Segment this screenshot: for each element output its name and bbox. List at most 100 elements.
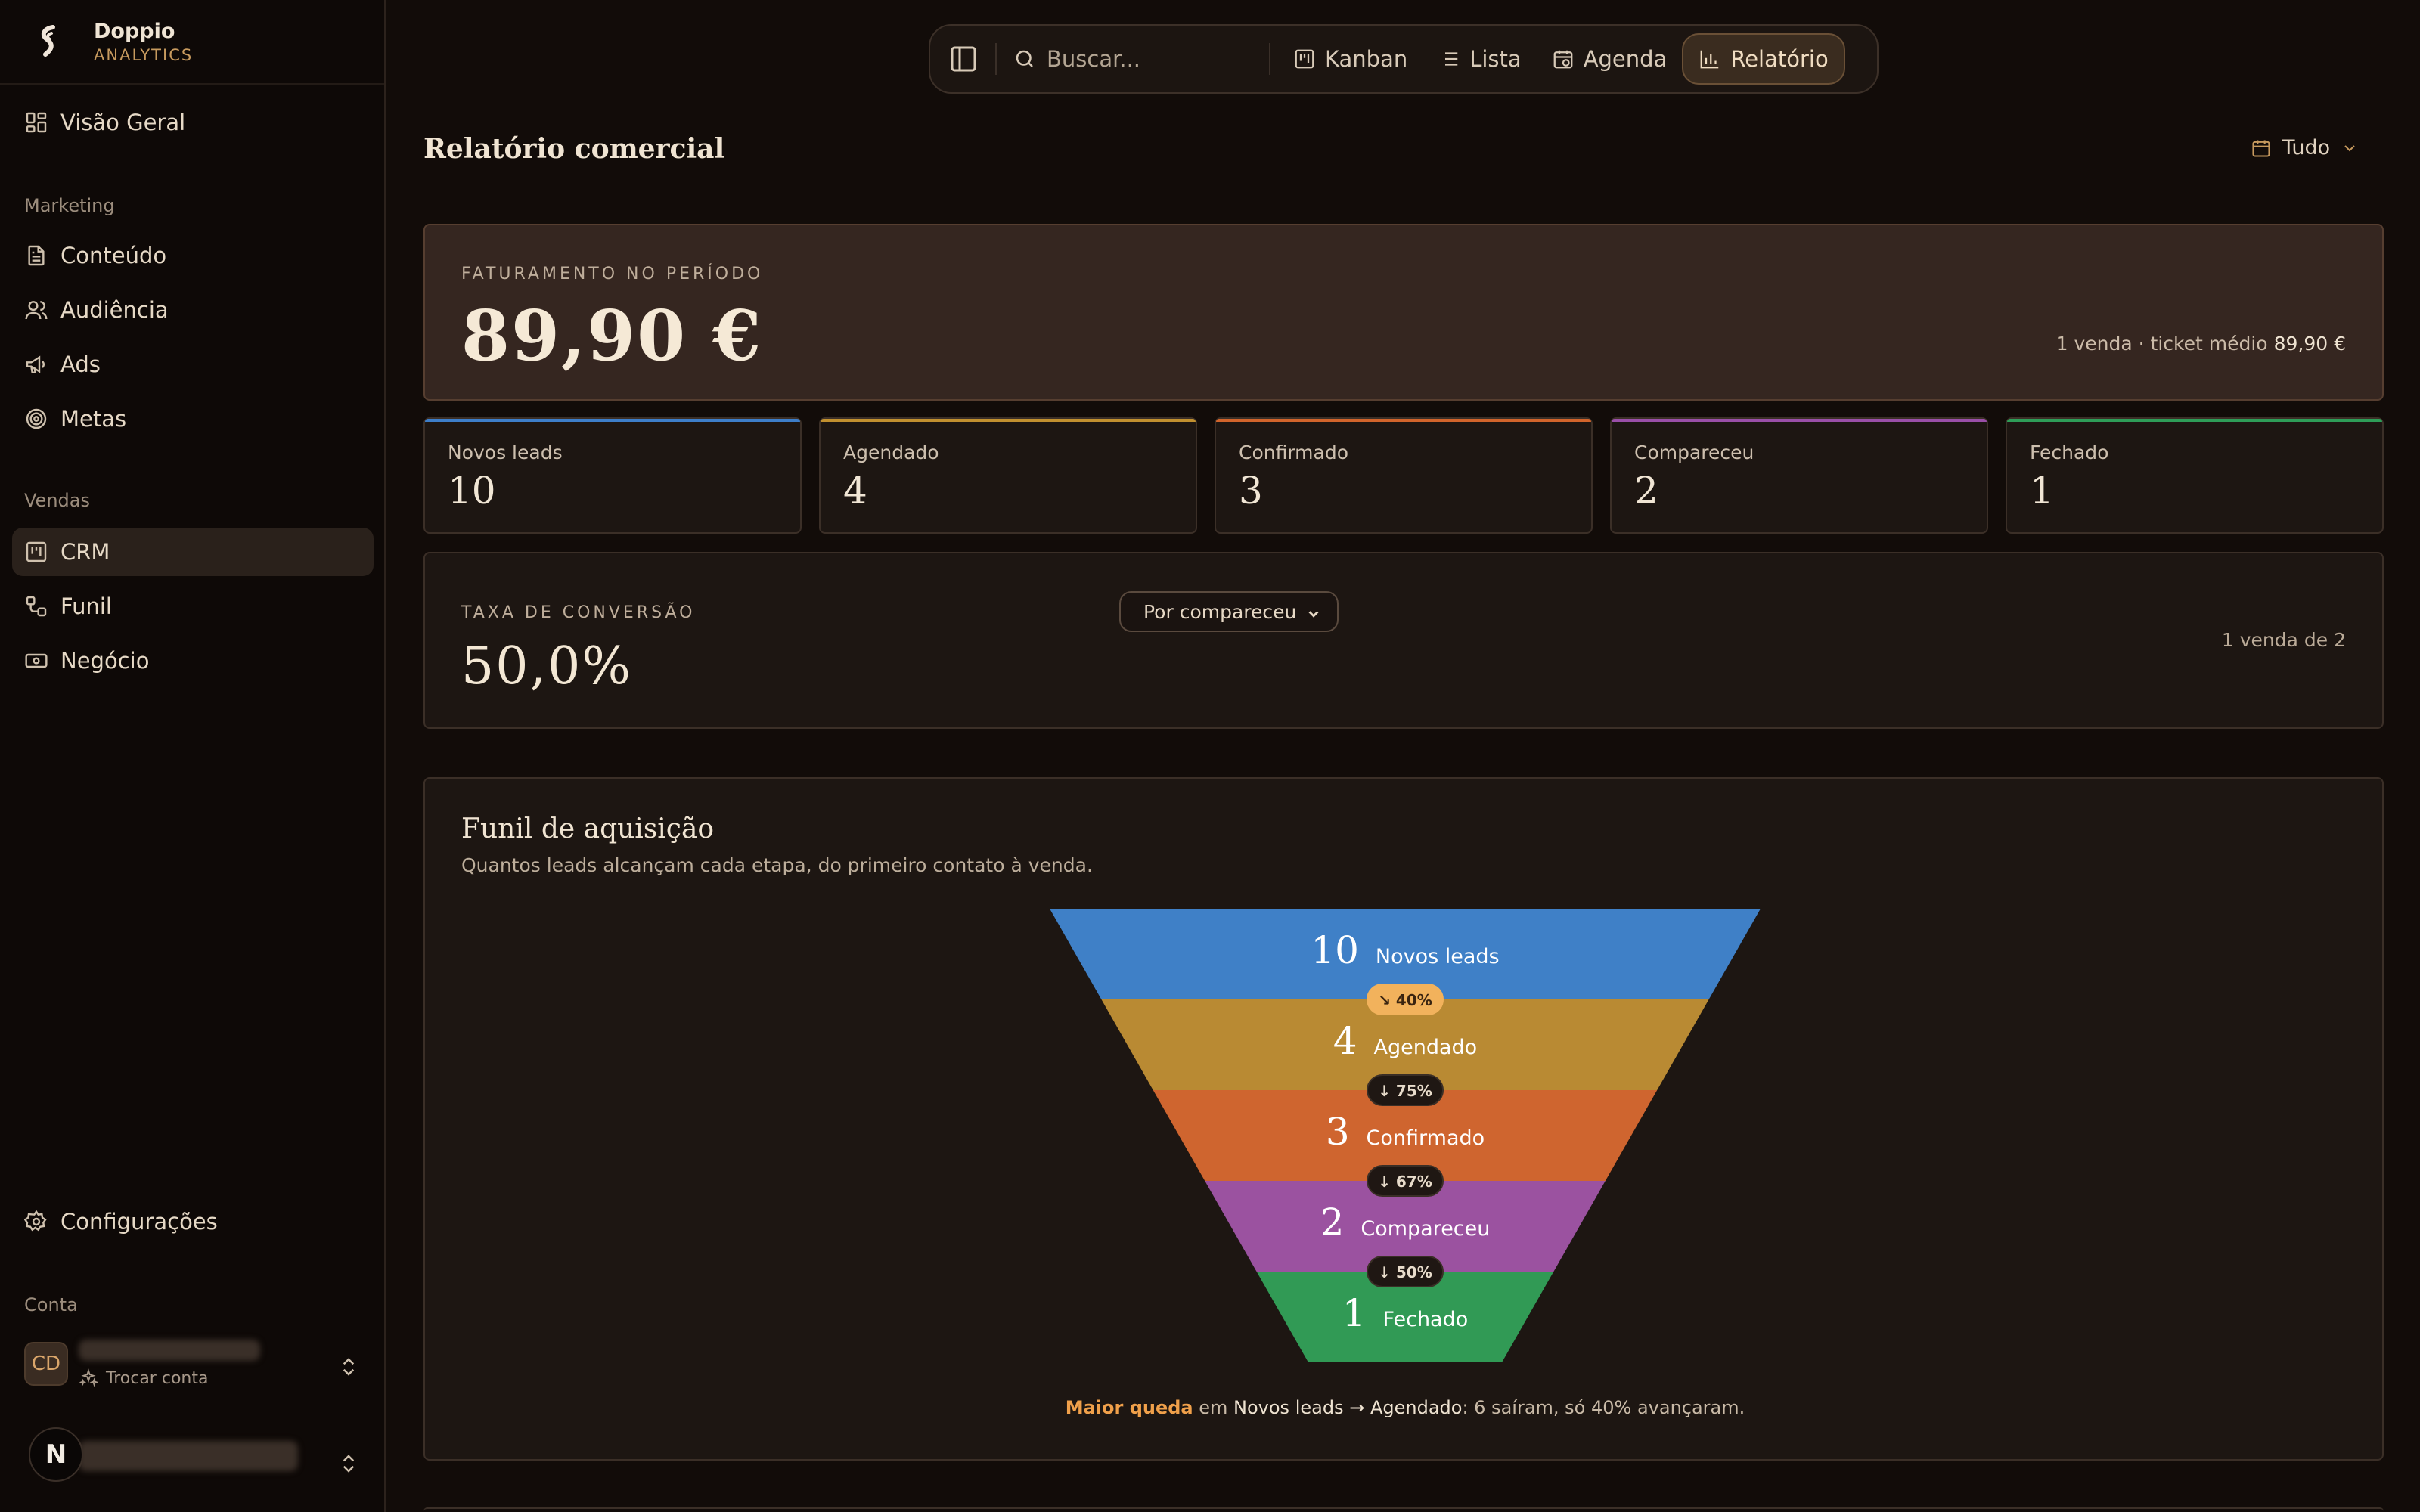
svg-text:↓ 67%: ↓ 67%	[1378, 1173, 1432, 1191]
sidebar-toggle-button[interactable]	[939, 35, 988, 83]
footer-highlight: Maior queda	[1065, 1397, 1193, 1418]
stat-color-bar	[425, 419, 800, 422]
funnel-drop-badge: ↓ 75%	[1367, 1074, 1444, 1106]
sidebar-item-funnel[interactable]: Funil	[12, 582, 374, 631]
chevron-down-icon	[2344, 144, 2355, 151]
sidebar-item-label: Audiência	[60, 297, 169, 323]
section-label-marketing: Marketing	[24, 195, 115, 216]
stat-value: 3	[1239, 469, 1263, 513]
stat-label: Agendado	[843, 442, 939, 463]
revenue-card: FATURAMENTO NO PERÍODO 89,90 € 1 venda ·…	[424, 224, 2384, 401]
revenue-note: 1 venda · ticket médio 89,90 €	[2055, 333, 2346, 355]
sidebar-item-label: Conteúdo	[60, 243, 167, 268]
stat-label: Novos leads	[448, 442, 563, 463]
search-placeholder: Buscar...	[1047, 46, 1141, 72]
gear-icon	[24, 1210, 47, 1232]
avatar: CD	[24, 1342, 68, 1386]
sidebar-item-label: CRM	[60, 539, 110, 565]
funnel-footer: Maior queda em Novos leads → Agendado: 6…	[1065, 1397, 1745, 1418]
kanban-icon	[26, 541, 47, 562]
sidebar-item-label: Negócio	[60, 648, 150, 674]
svg-text:↓ 75%: ↓ 75%	[1378, 1082, 1432, 1100]
stat-value: 1	[2030, 469, 2054, 513]
stat-label: Compareceu	[1634, 442, 1754, 463]
stat-value: 4	[843, 469, 867, 513]
next-card-edge	[424, 1507, 2384, 1512]
stat-card-closed[interactable]: Fechado 1	[2006, 417, 2384, 534]
stat-color-bar	[2007, 419, 2382, 422]
sidebar-item-label: Ads	[60, 352, 101, 377]
sidebar-item-label: Funil	[60, 593, 112, 619]
search-icon	[1016, 50, 1033, 67]
banknote-icon	[25, 653, 48, 668]
view-toolbar: Buscar... Kanban Lista Agenda Relatório	[929, 24, 1879, 94]
account-switcher[interactable]: CD Trocar conta	[24, 1340, 260, 1388]
chevron-updown-icon[interactable]	[337, 1353, 360, 1380]
chevron-updown-icon[interactable]	[337, 1450, 360, 1477]
conversion-card: TAXA DE CONVERSÃO Por compareceu 50,0% 1…	[424, 552, 2384, 729]
sidebar-item-overview[interactable]: Visão Geral	[12, 98, 374, 147]
stat-color-bar	[1612, 419, 1987, 422]
stat-card-scheduled[interactable]: Agendado 4	[819, 417, 1197, 534]
stat-value: 2	[1634, 469, 1658, 513]
revenue-value: 89,90 €	[461, 295, 763, 376]
chevron-down-icon	[1308, 611, 1319, 618]
workspace-avatar[interactable]: N	[29, 1427, 83, 1482]
conversion-basis-select[interactable]: Por compareceu	[1119, 591, 1339, 632]
stat-color-bar	[1216, 419, 1591, 422]
conversion-label: TAXA DE CONVERSÃO	[461, 603, 696, 622]
funnel-drop-badge: ↓ 50%	[1367, 1256, 1444, 1287]
svg-text:↘ 40%: ↘ 40%	[1378, 991, 1432, 1009]
brand-name: Doppio	[94, 19, 175, 43]
users-icon	[25, 301, 48, 320]
period-filter[interactable]: Tudo	[2251, 136, 2369, 160]
bar-chart-icon	[1700, 50, 1719, 69]
sidebar-item-settings[interactable]: Configurações	[12, 1198, 374, 1246]
tab-report[interactable]: Relatório	[1682, 33, 1845, 85]
brand[interactable]: Doppio ANALYTICS	[0, 0, 384, 85]
tab-agenda[interactable]: Agenda	[1537, 33, 1683, 85]
workflow-icon	[26, 596, 47, 617]
stat-label: Confirmado	[1239, 442, 1349, 463]
svg-text:↓ 50%: ↓ 50%	[1378, 1263, 1432, 1281]
tab-kanban[interactable]: Kanban	[1278, 33, 1423, 85]
kanban-icon	[1295, 49, 1314, 69]
revenue-label: FATURAMENTO NO PERÍODO	[461, 265, 764, 284]
sidebar-item-ads[interactable]: Ads	[12, 340, 374, 389]
sparkles-icon	[79, 1368, 98, 1387]
brand-subtitle: ANALYTICS	[94, 45, 194, 64]
sidebar-item-crm[interactable]: CRM	[12, 528, 374, 576]
workspace-name-redacted	[79, 1441, 298, 1471]
sidebar-item-goals[interactable]: Metas	[12, 395, 374, 443]
document-icon	[28, 245, 45, 266]
tab-list[interactable]: Lista	[1423, 33, 1536, 85]
funnel-card: Funil de aquisição Quantos leads alcança…	[424, 777, 2384, 1461]
stat-label: Fechado	[2030, 442, 2109, 463]
stat-card-confirmed[interactable]: Confirmado 3	[1215, 417, 1593, 534]
search-input[interactable]: Buscar...	[1004, 46, 1261, 72]
sidebar-item-label: Visão Geral	[60, 110, 186, 135]
funnel-chart: 10 Novos leads4 Agendado3 Confirmado2 Co…	[1050, 909, 1761, 1362]
sidebar: Doppio ANALYTICS Visão Geral Marketing C…	[0, 0, 386, 1512]
period-value: Tudo	[2282, 136, 2331, 160]
divider	[995, 43, 997, 75]
panel-left-icon	[951, 46, 976, 72]
sidebar-item-business[interactable]: Negócio	[12, 637, 374, 685]
switch-account-label: Trocar conta	[79, 1368, 260, 1388]
sidebar-item-label: Metas	[60, 406, 127, 432]
stat-card-new-leads[interactable]: Novos leads 10	[424, 417, 802, 534]
stat-card-attended[interactable]: Compareceu 2	[1610, 417, 1988, 534]
funnel-drop-badge: ↘ 40%	[1367, 984, 1444, 1015]
megaphone-icon	[26, 355, 45, 373]
sidebar-item-audience[interactable]: Audiência	[12, 286, 374, 334]
divider	[1269, 43, 1270, 75]
section-label-sales: Vendas	[24, 490, 90, 511]
account-name-redacted	[79, 1340, 260, 1361]
conversion-note: 1 venda de 2	[2221, 629, 2346, 651]
grid-icon	[26, 112, 47, 133]
section-label-account: Conta	[24, 1294, 78, 1315]
calendar-icon	[2252, 140, 2270, 157]
sidebar-item-content[interactable]: Conteúdo	[12, 231, 374, 280]
conversion-value: 50,0%	[461, 637, 633, 696]
stat-value: 10	[448, 469, 496, 513]
